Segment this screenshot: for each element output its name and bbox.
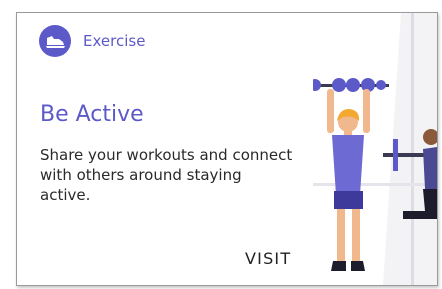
category-label: Exercise — [83, 32, 146, 50]
visit-button[interactable]: VISIT — [241, 247, 295, 270]
exercise-card[interactable]: Exercise Be Active Share your workouts a… — [16, 12, 438, 286]
card-title: Be Active — [40, 102, 144, 127]
weightlifting-illustration — [309, 13, 437, 285]
card-content: Exercise Be Active Share your workouts a… — [17, 13, 313, 285]
sneaker-icon — [39, 25, 71, 57]
card-description: Share your workouts and connect with oth… — [40, 146, 293, 204]
